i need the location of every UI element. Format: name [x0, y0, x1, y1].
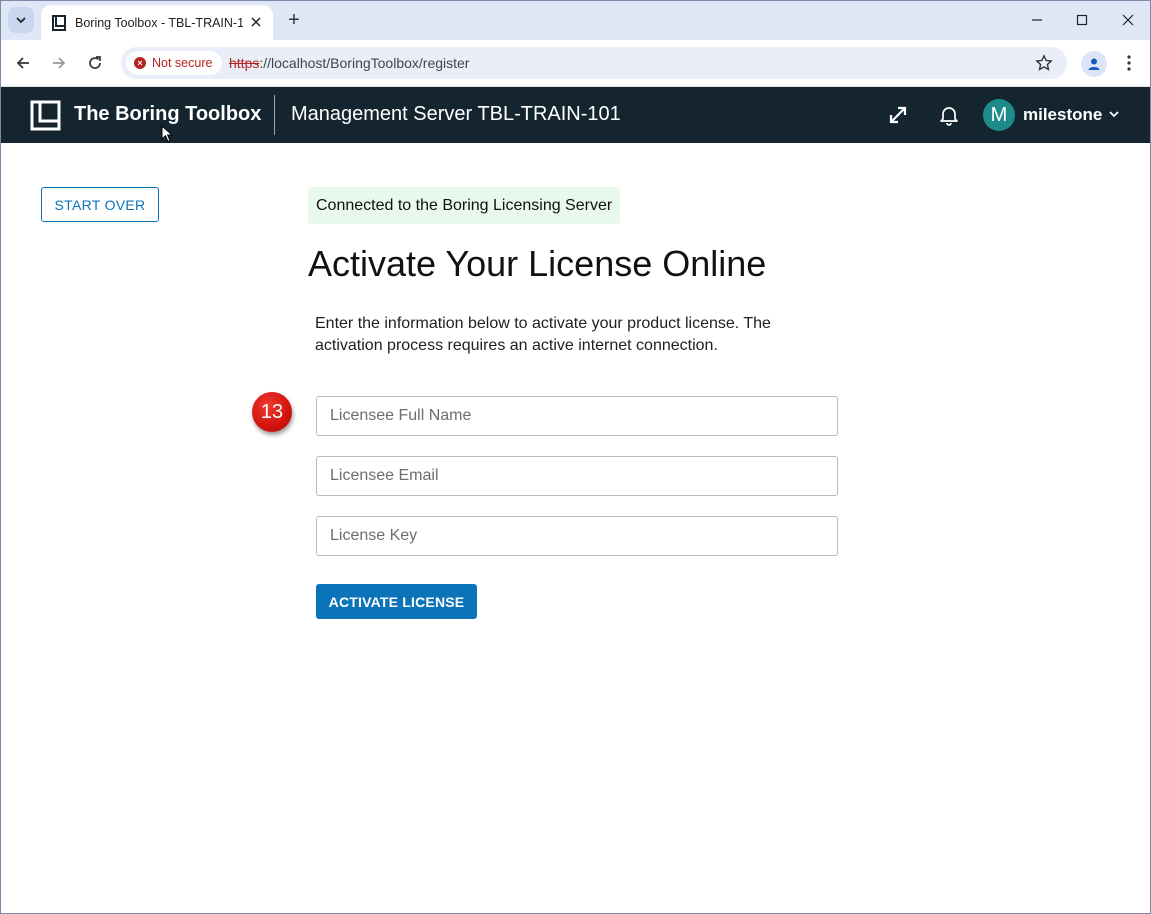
warning-icon: × — [134, 57, 146, 69]
bookmark-star-icon[interactable] — [1033, 52, 1055, 74]
chevron-down-icon — [16, 17, 26, 24]
profile-icon[interactable] — [1081, 51, 1107, 77]
browser-window: Boring Toolbox - TBL-TRAIN-101 + × Not s… — [0, 0, 1151, 914]
header-divider — [274, 95, 275, 135]
intro-text: Enter the information below to activate … — [315, 315, 771, 354]
forward-arrow-icon[interactable] — [46, 50, 72, 76]
step-number-badge: 13 — [252, 392, 292, 432]
app-favicon-icon — [51, 14, 67, 31]
mouse-cursor-icon — [161, 125, 173, 143]
licensee-email-input[interactable] — [316, 456, 838, 496]
user-name[interactable]: milestone — [1023, 105, 1102, 125]
maximize-icon[interactable] — [1059, 5, 1105, 35]
browser-menu-icon[interactable] — [1118, 50, 1140, 76]
user-menu-chevron-icon[interactable] — [1105, 105, 1123, 123]
new-tab-button[interactable]: + — [283, 9, 305, 31]
server-name: Management Server TBL-TRAIN-101 — [291, 103, 621, 125]
browser-toolbar: × Not secure https://localhost/BoringToo… — [1, 40, 1150, 87]
url-scheme: https — [229, 55, 260, 71]
licensee-full-name-input[interactable] — [316, 396, 838, 436]
tab-search-button[interactable] — [8, 7, 34, 33]
url-text[interactable]: https://localhost/BoringToolbox/register — [229, 55, 469, 71]
notifications-bell-icon[interactable] — [936, 102, 962, 128]
connection-status-badge: Connected to the Boring Licensing Server — [308, 187, 621, 224]
address-bar[interactable]: × Not secure https://localhost/BoringToo… — [121, 47, 1067, 79]
tab-strip: Boring Toolbox - TBL-TRAIN-101 + — [1, 1, 1150, 40]
browser-tab-active[interactable]: Boring Toolbox - TBL-TRAIN-101 — [41, 5, 273, 40]
tab-close-icon[interactable] — [247, 13, 265, 31]
tab-title: Boring Toolbox - TBL-TRAIN-101 — [75, 15, 243, 30]
url-path: ://localhost/BoringToolbox/register — [259, 55, 470, 71]
back-arrow-icon[interactable] — [10, 50, 36, 76]
window-close-icon[interactable] — [1105, 5, 1150, 35]
user-avatar[interactable]: M — [983, 99, 1015, 131]
reload-icon[interactable] — [82, 50, 108, 76]
security-indicator[interactable]: × Not secure — [126, 51, 223, 75]
start-over-button[interactable]: START OVER — [41, 187, 159, 222]
app-name[interactable]: The Boring Toolbox — [74, 103, 261, 126]
app-logo-icon[interactable] — [30, 100, 61, 131]
fullscreen-icon[interactable] — [885, 102, 911, 128]
activate-license-button[interactable]: ACTIVATE LICENSE — [316, 584, 477, 619]
license-key-input[interactable] — [316, 516, 838, 556]
app-header: The Boring Toolbox Management Server TBL… — [1, 87, 1150, 143]
security-label: Not secure — [152, 56, 213, 70]
page-title: Activate Your License Online — [308, 243, 767, 284]
minimize-icon[interactable] — [1014, 5, 1060, 35]
